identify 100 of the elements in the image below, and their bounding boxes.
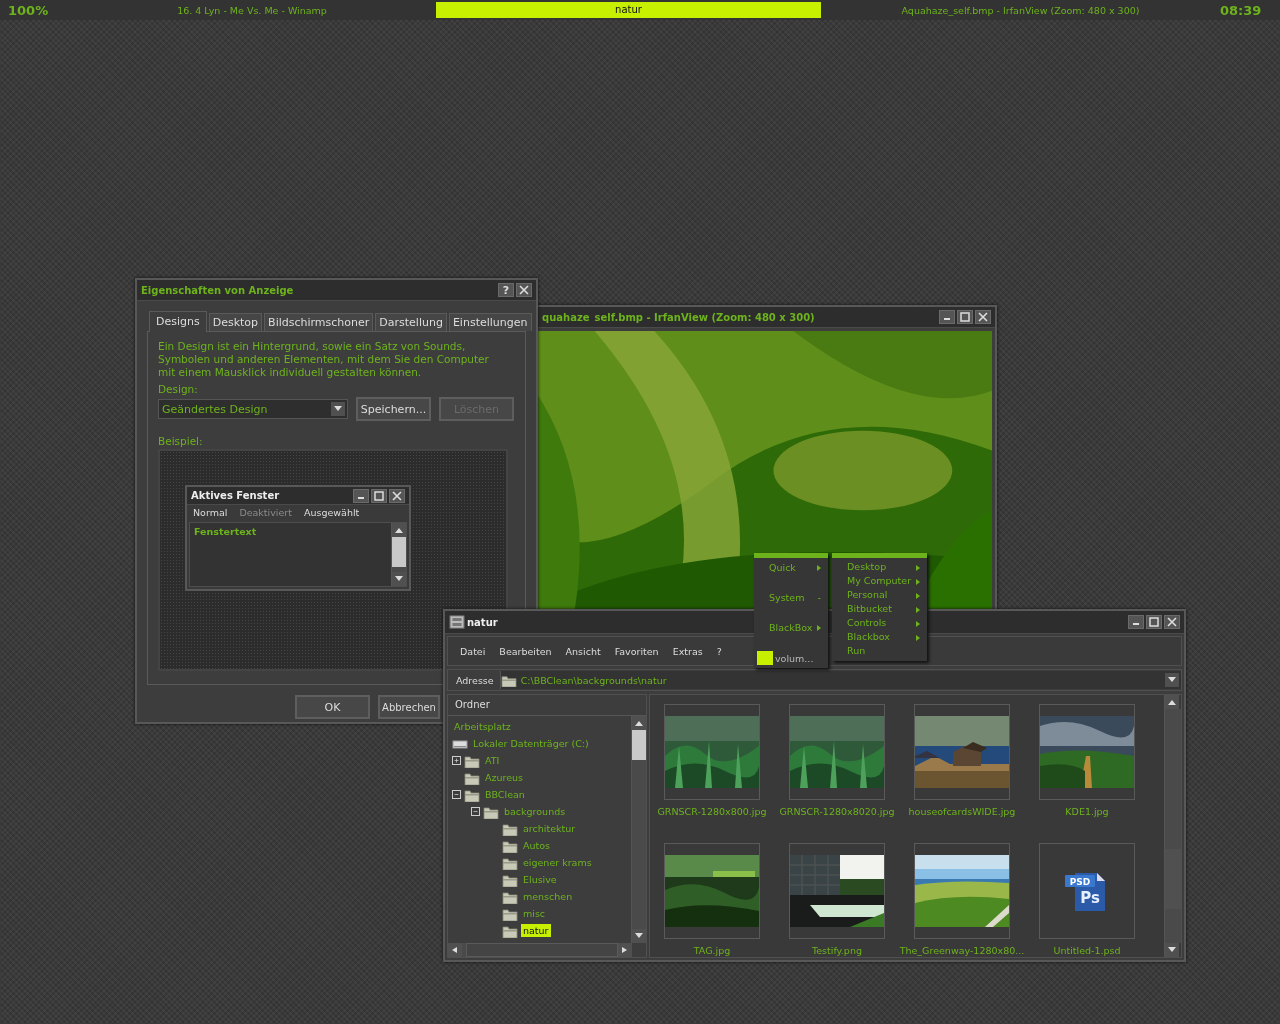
maximize-button[interactable] <box>957 310 973 324</box>
tree-item[interactable]: Azureus <box>483 771 526 784</box>
close-button[interactable] <box>975 310 991 324</box>
close-icon <box>519 285 529 295</box>
thumbnail[interactable] <box>789 704 885 800</box>
menu-item[interactable]: Datei <box>454 643 492 659</box>
file-name: Untitled-1.psd <box>1053 945 1121 956</box>
thumbnail[interactable] <box>914 704 1010 800</box>
description-text: Ein Design ist ein Hintergrund, sowie ein Satz von Sounds, Symbolen und anderen Elementen, mit dem Sie den Computer mit einem Mausklick individuell gestalten können. <box>158 340 490 379</box>
workspace-label[interactable]: natur <box>436 2 821 18</box>
tab[interactable]: Einstellungen <box>448 313 532 331</box>
folder-icon <box>483 804 499 819</box>
tree-item[interactable]: Arbeitsplatz <box>452 720 513 733</box>
thumbnail[interactable]: PSD Ps <box>1039 843 1135 939</box>
scroll-down-icon <box>395 576 403 582</box>
button[interactable]: Abbrechen <box>378 695 440 719</box>
tree-item[interactable]: ATI <box>483 754 502 767</box>
scroll-thumb[interactable] <box>632 730 646 760</box>
scroll-thumb[interactable] <box>466 943 618 957</box>
minimize-icon <box>358 496 364 499</box>
tab[interactable]: Desktop <box>208 313 263 331</box>
thumbnail[interactable] <box>789 843 885 939</box>
address-label: Adresse <box>455 674 495 686</box>
maximize-button[interactable] <box>1146 615 1162 629</box>
menu-item[interactable]: Favoriten <box>608 643 665 659</box>
folder-icon <box>502 889 518 904</box>
scroll-up-icon <box>635 720 643 726</box>
button[interactable]: OK <box>295 695 370 719</box>
address-field[interactable]: C:\BBClean\backgrounds\natur <box>499 671 1181 689</box>
collapse-icon[interactable] <box>471 807 480 816</box>
submenu-arrow-icon <box>817 565 821 571</box>
scroll-up-icon <box>1168 699 1176 705</box>
close-icon <box>978 312 988 322</box>
help-button[interactable]: ? <box>498 283 514 297</box>
menu-item[interactable]: Desktop <box>832 561 927 575</box>
menu-item[interactable]: BlackBox <box>754 621 828 651</box>
tree-item[interactable]: Elusive <box>521 873 559 886</box>
tree-item[interactable]: backgrounds <box>502 805 568 818</box>
thumbnail[interactable] <box>664 704 760 800</box>
tree-item[interactable]: misc <box>521 907 548 920</box>
folder-icon <box>502 838 518 853</box>
folder-icon <box>502 906 518 921</box>
thumbnail[interactable] <box>664 843 760 939</box>
tab[interactable]: Bildschirmschoner <box>264 313 374 331</box>
close-icon <box>392 490 402 501</box>
scrollbar[interactable] <box>631 716 646 943</box>
close-button[interactable] <box>516 283 532 297</box>
tree-item[interactable]: menschen <box>521 890 575 903</box>
scroll-thumb[interactable] <box>392 537 406 567</box>
tree-item[interactable]: eigener krams <box>521 856 594 869</box>
close-button[interactable] <box>1164 615 1180 629</box>
menu-item[interactable]: System - <box>754 591 828 621</box>
menu-item[interactable]: Ausgewählt <box>303 507 360 518</box>
tree-item[interactable]: Autos <box>521 839 552 852</box>
volume-slider[interactable]: volum... <box>754 651 828 665</box>
scroll-down-icon <box>1168 947 1176 953</box>
menu-item[interactable]: Extras <box>666 643 709 659</box>
thumbnail[interactable] <box>914 843 1010 939</box>
now-playing-text: 16. 4 Lyn - Me Vs. Me - Winamp <box>176 4 328 16</box>
folder-icon <box>502 821 518 836</box>
submenu-arrow-icon <box>916 593 920 599</box>
maximize-button[interactable] <box>371 488 387 503</box>
minimize-button[interactable] <box>353 488 369 503</box>
tree-item[interactable]: Lokaler Datenträger (C:) <box>471 737 591 750</box>
menu-item[interactable]: ? <box>710 643 728 659</box>
folder-icon <box>502 872 518 887</box>
minimize-icon <box>1133 623 1139 625</box>
menu-item[interactable]: Quick <box>754 561 828 591</box>
tab[interactable]: Darstellung <box>375 313 447 331</box>
field-label: Beispiel: <box>158 435 204 447</box>
menu-item[interactable]: Controls <box>832 617 927 631</box>
menu-item[interactable]: Personal <box>832 589 927 603</box>
file-name: KDE1.jpg <box>1065 806 1109 817</box>
expand-icon[interactable] <box>452 756 461 765</box>
menu-item[interactable]: Ansicht <box>559 643 607 659</box>
scroll-thumb[interactable] <box>1165 849 1181 909</box>
scrollbar[interactable] <box>1164 695 1181 957</box>
menu-item[interactable]: Blackbox <box>832 631 927 645</box>
menu-item[interactable]: Bearbeiten <box>493 643 558 659</box>
scrollbar[interactable] <box>391 523 406 586</box>
menu-item[interactable]: My Computer <box>832 575 927 589</box>
button[interactable]: Speichern... <box>356 397 431 421</box>
tree-item[interactable]: architektur <box>521 822 578 835</box>
folder-icon <box>502 855 518 870</box>
minimize-button[interactable] <box>1128 615 1144 629</box>
cabinet-icon <box>449 615 465 629</box>
thumbnail[interactable] <box>1039 704 1135 800</box>
menu-item[interactable]: Bitbucket <box>832 603 927 617</box>
collapse-icon[interactable] <box>452 790 461 799</box>
tree-item[interactable]: BBClean <box>483 788 527 801</box>
minimize-button[interactable] <box>939 310 955 324</box>
folder-icon <box>464 787 480 802</box>
close-button[interactable] <box>389 488 405 503</box>
tab[interactable]: Designs <box>149 311 207 332</box>
submenu-arrow-icon <box>916 607 920 613</box>
menu-item[interactable]: Normal <box>193 507 228 518</box>
scrollbar[interactable] <box>448 943 632 957</box>
tree-item[interactable]: natur <box>521 924 551 937</box>
menu-item[interactable]: Run <box>832 645 927 659</box>
design-dropdown[interactable]: Geändertes Design <box>158 399 348 419</box>
